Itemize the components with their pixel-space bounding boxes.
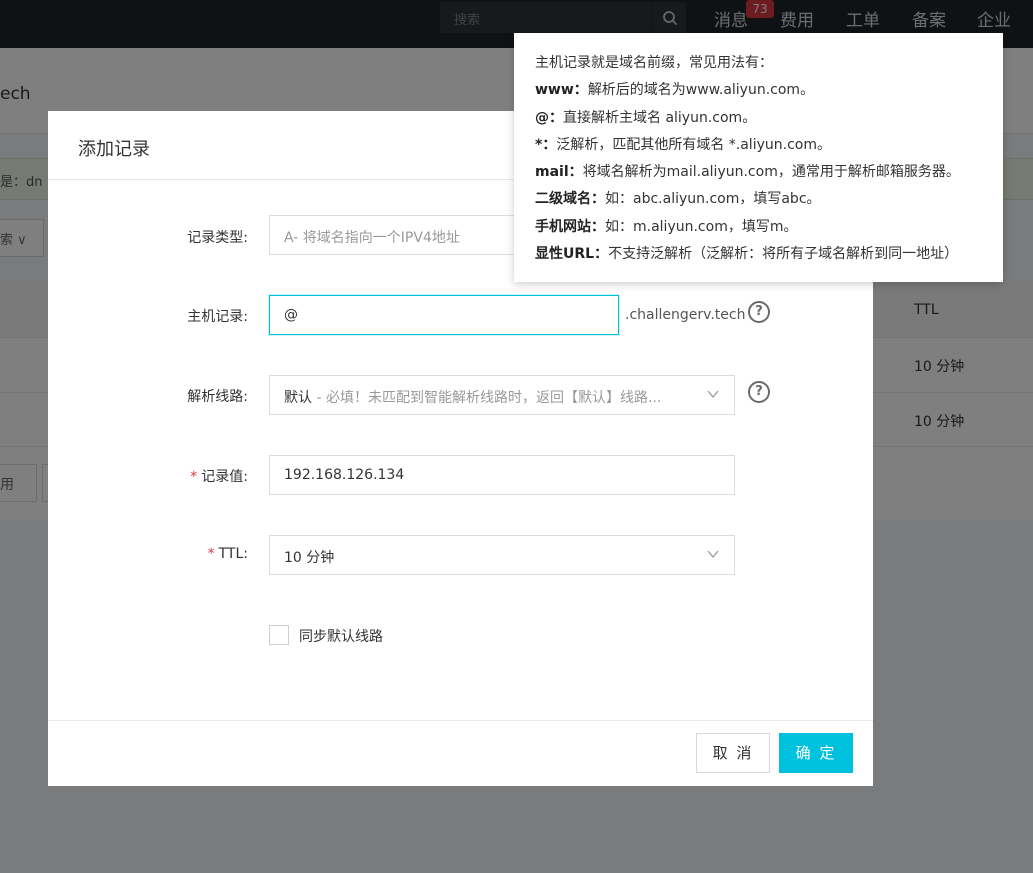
record-type-value: A- 将域名指向一个IPV4地址 <box>284 230 460 246</box>
host-record-help-tooltip: 主机记录就是域名前缀，常见用法有： www：解析后的域名为www.aliyun.… <box>514 33 1003 282</box>
tooltip-item: 二级域名：如：abc.aliyun.com，填写abc。 <box>535 191 821 208</box>
host-record-input[interactable]: @ <box>269 295 619 335</box>
tooltip-item: 显性URL：不支持泛解析（泛解析：将所有子域名解析到同一地址） <box>535 246 959 263</box>
tooltip-item: *：泛解析，匹配其他所有域名 *.aliyun.com。 <box>535 136 831 153</box>
domain-suffix: .challengerv.tech <box>625 307 746 323</box>
host-record-value: @ <box>284 307 298 323</box>
resolution-line-value: 默认 <box>284 390 312 406</box>
ttl-select[interactable]: 10 分钟 <box>269 535 735 575</box>
chevron-down-icon <box>707 390 719 399</box>
record-value-input[interactable]: 192.168.126.134 <box>269 455 735 495</box>
confirm-button[interactable]: 确 定 <box>779 733 853 773</box>
host-record-help-icon[interactable]: ? <box>748 301 770 323</box>
tooltip-intro: 主机记录就是域名前缀，常见用法有： <box>535 55 773 71</box>
tooltip-item: www：解析后的域名为www.aliyun.com。 <box>535 82 815 99</box>
chevron-down-icon <box>707 550 719 559</box>
resolution-line-label: 解析线路: <box>187 389 248 405</box>
resolution-line-select[interactable]: 默认 - 必填！未匹配到智能解析线路时，返回【默认】线路... <box>269 375 735 415</box>
resolution-line-hint: - 必填！未匹配到智能解析线路时，返回【默认】线路... <box>312 390 662 406</box>
required-asterisk: * <box>207 546 215 562</box>
tooltip-item: mail：将域名解析为mail.aliyun.com，通常用于解析邮箱服务器。 <box>535 164 960 181</box>
ttl-value: 10 分钟 <box>284 550 335 566</box>
tooltip-item: 手机网站：如：m.aliyun.com，填写m。 <box>535 218 798 235</box>
resolution-line-help-icon[interactable]: ? <box>748 381 770 403</box>
record-value-label: * 记录值: <box>190 469 248 485</box>
sync-default-line-checkbox[interactable] <box>269 625 289 645</box>
record-type-label: 记录类型: <box>187 230 248 246</box>
ttl-label: * TTL: <box>207 546 248 562</box>
cancel-button[interactable]: 取 消 <box>696 733 770 773</box>
tooltip-item: @：直接解析主域名 aliyun.com。 <box>535 109 757 126</box>
required-asterisk: * <box>190 469 198 485</box>
host-record-label: 主机记录: <box>187 309 248 325</box>
sync-default-line-label[interactable]: 同步默认线路 <box>299 626 383 646</box>
record-value-text: 192.168.126.134 <box>284 467 405 483</box>
